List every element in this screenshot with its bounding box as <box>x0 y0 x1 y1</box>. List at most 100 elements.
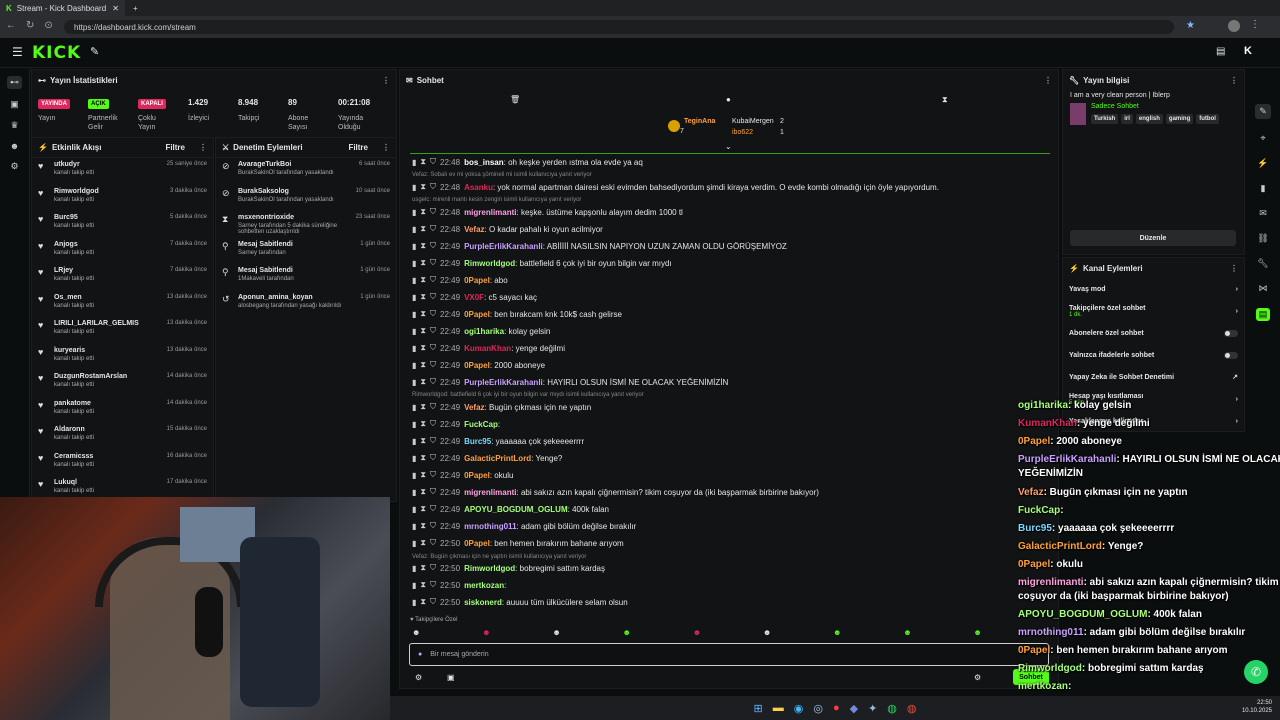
emote-icon[interactable]: ☻ <box>903 628 911 637</box>
chat-message[interactable]: ▮ ⧗ ⛉ 22:49 FuckCap: <box>412 419 500 429</box>
more-icon[interactable]: ⋮ <box>1230 264 1238 273</box>
more-icon[interactable]: ⋮ <box>382 76 390 85</box>
activity-item[interactable]: ♥ utkudyr kanalı takip etti 25 saniye önce <box>32 158 213 185</box>
toggle-switch[interactable] <box>1224 329 1238 337</box>
ban-shield-icon[interactable]: ⛉ <box>430 538 436 548</box>
windows-icon[interactable]: ⊞ <box>754 702 763 715</box>
ban-shield-icon[interactable]: ⛉ <box>430 597 436 607</box>
message-user[interactable]: 0Papel <box>464 310 490 319</box>
message-user[interactable]: PurpleErlikKarahanli <box>464 378 543 387</box>
reload-icon[interactable]: ↻ <box>26 20 34 31</box>
activity-item[interactable]: ♥ Burc95 kanalı takip etti 5 dakika önce <box>32 211 213 238</box>
edit-icon[interactable]: ✎ <box>1255 104 1271 119</box>
ban-shield-icon[interactable]: ⛉ <box>430 453 436 463</box>
message-user[interactable]: bos_insan <box>464 158 504 167</box>
chat-message[interactable]: ▮ ⧗ ⛉ 22:48 bos_insan: oh keşke yerden ıstma… <box>412 157 643 167</box>
more-icon[interactable]: ⋮ <box>1044 76 1052 85</box>
ban-shield-icon[interactable]: ⛉ <box>430 224 436 234</box>
message-user[interactable]: siskonerd <box>464 598 502 607</box>
community-icon[interactable]: ☻ <box>10 141 19 151</box>
chevron-right-icon[interactable]: › <box>1236 396 1238 403</box>
timeout-icon[interactable]: ⧗ <box>420 275 426 285</box>
activity-item[interactable]: ♥ Ceramicsss kanalı takip etti 16 dakika ön… <box>32 450 213 477</box>
message-user[interactable]: Rimworldgod <box>464 259 515 268</box>
ban-shield-icon[interactable]: ⛉ <box>430 343 436 353</box>
message-user[interactable]: GalacticPrintLord <box>464 454 531 463</box>
timeout-icon[interactable]: ⧗ <box>420 207 426 217</box>
trophy-icon[interactable]: ♛ <box>10 120 18 131</box>
chat-message[interactable]: ▮ ⧗ ⛉ 22:50 0Papel: ben hemen bırakırım baha… <box>412 538 624 548</box>
message-user[interactable]: 0Papel <box>464 361 490 370</box>
category-link[interactable]: Sadece Sohbet <box>1091 103 1219 110</box>
toggle-switch[interactable] <box>1224 351 1238 359</box>
pin-message-icon[interactable]: ▮ <box>412 522 416 531</box>
chat-message[interactable]: ▮ ⧗ ⛉ 22:49 0Papel: okulu <box>412 470 513 480</box>
gear-icon[interactable]: ⚙ <box>974 673 981 682</box>
timeout-icon[interactable]: ⧗ <box>420 258 426 268</box>
chat-message[interactable]: ▮ ⧗ ⛉ 22:49 PurpleErlikKarahanli: ABİİİİİ NA… <box>412 241 787 251</box>
activity-item[interactable]: ♥ Aldaronn kanalı takip etti 15 dakika önce <box>32 423 213 450</box>
pin-message-icon[interactable]: ▮ <box>412 361 416 370</box>
emote-icon[interactable]: ☻ <box>482 628 490 637</box>
chat-bubble-icon[interactable]: ✉ <box>1259 208 1267 219</box>
pin-message-icon[interactable]: ▮ <box>412 505 416 514</box>
dashboard-icon[interactable]: ▣ <box>10 99 19 110</box>
activity-item[interactable]: ♥ DuzgunRostamArslan kanalı takip etti 14 d… <box>32 370 213 397</box>
ban-shield-icon[interactable]: ⛉ <box>430 419 436 429</box>
settings-icon[interactable]: ⚙ <box>10 161 18 172</box>
bookmark-star-icon[interactable]: ★ <box>1186 20 1195 31</box>
chevron-right-icon[interactable]: › <box>1236 418 1238 425</box>
timeout-icon[interactable]: ⧗ <box>420 563 426 573</box>
timeout-icon[interactable]: ⧗ <box>420 538 426 548</box>
activity-item[interactable]: ♥ LIRILI_LARILAR_GELMIS kanalı takip etti 1… <box>32 317 213 344</box>
ban-shield-icon[interactable]: ⛉ <box>430 563 436 573</box>
timeout-icon[interactable]: ⧗ <box>420 182 426 192</box>
timeout-icon[interactable]: ⧗ <box>420 453 426 463</box>
timeout-icon[interactable]: ⧗ <box>420 470 426 480</box>
ban-shield-icon[interactable]: ⛉ <box>430 580 436 590</box>
pin-message-icon[interactable]: ▮ <box>412 276 416 285</box>
hamburger-menu-icon[interactable]: ☰ <box>12 45 23 59</box>
moderation-item[interactable]: ⊘ AvarageTurkBoi BurakSakinOl tarafından y… <box>216 158 396 185</box>
steam-icon[interactable]: ◎ <box>813 702 823 715</box>
hourglass-icon[interactable]: ⧗ <box>942 95 948 105</box>
green-app-icon[interactable]: ▤ <box>1255 308 1271 321</box>
layout-icon[interactable]: ▤ <box>1216 46 1225 57</box>
chat-message[interactable]: ▮ ⧗ ⛉ 22:49 VX0F: c5 sayacı kaç <box>412 292 537 302</box>
pin-message-icon[interactable]: ▮ <box>412 310 416 319</box>
ban-shield-icon[interactable]: ⛉ <box>430 292 436 302</box>
chat-message[interactable]: ▮ ⧗ ⛉ 22:50 siskonerd: auuuu tüm ülkücülere … <box>412 597 628 607</box>
timeout-icon[interactable]: ⧗ <box>420 504 426 514</box>
discord-icon[interactable]: ◆ <box>850 702 858 715</box>
chat-message[interactable]: ▮ ⧗ ⛉ 22:49 mrnothing011: adam gibi bölüm de… <box>412 521 636 531</box>
back-icon[interactable]: ← <box>6 20 16 31</box>
edge-icon[interactable]: ◉ <box>794 702 804 715</box>
pin-message-icon[interactable]: ▮ <box>412 581 416 590</box>
ban-shield-icon[interactable]: ⛉ <box>430 521 436 531</box>
edit-button[interactable]: Düzenle <box>1070 230 1236 246</box>
ban-shield-icon[interactable]: ⛉ <box>430 487 436 497</box>
channel-action-item[interactable]: Yalnızca ifadelerle sohbet <box>1063 344 1244 366</box>
stream-icon[interactable]: ⊷ <box>7 76 22 89</box>
opera-icon[interactable]: ● <box>833 702 840 714</box>
pin-message-icon[interactable]: ▮ <box>412 454 416 463</box>
ban-shield-icon[interactable]: ⛉ <box>430 258 436 268</box>
share-icon[interactable]: ⋈ <box>1259 283 1268 294</box>
emote-icon[interactable]: ☻ <box>412 628 420 637</box>
ban-shield-icon[interactable]: ⛉ <box>430 436 436 446</box>
timeout-icon[interactable]: ⧗ <box>420 402 426 412</box>
pin-message-icon[interactable]: ▮ <box>412 539 416 548</box>
ban-shield-icon[interactable]: ⛉ <box>430 326 436 336</box>
message-user[interactable]: Asanku <box>464 183 493 192</box>
url-field[interactable]: https://dashboard.kick.com/stream <box>64 20 1174 34</box>
filter-button[interactable]: Filtre <box>348 143 368 152</box>
channel-action-item[interactable]: Yapay Zeka ile Sohbet Denetimi ↗ <box>1063 366 1244 388</box>
chat-message[interactable]: ▮ ⧗ ⛉ 22:49 Rimworldgod: battlefield 6 çok i… <box>412 258 672 268</box>
timeout-icon[interactable]: ⧗ <box>420 292 426 302</box>
emote-icon[interactable]: ☻ <box>623 628 631 637</box>
moderation-item[interactable]: ⚲ Mesaj Sabitlendi Sarney tarafından 1 gün … <box>216 238 396 265</box>
message-user[interactable]: 0Papel <box>464 276 490 285</box>
pin-message-icon[interactable]: ▮ <box>412 344 416 353</box>
chat-message[interactable]: ▮ ⧗ ⛉ 22:49 migrenlimanti: abi sakızı azın k… <box>412 487 819 497</box>
timeout-icon[interactable]: ⧗ <box>420 419 426 429</box>
